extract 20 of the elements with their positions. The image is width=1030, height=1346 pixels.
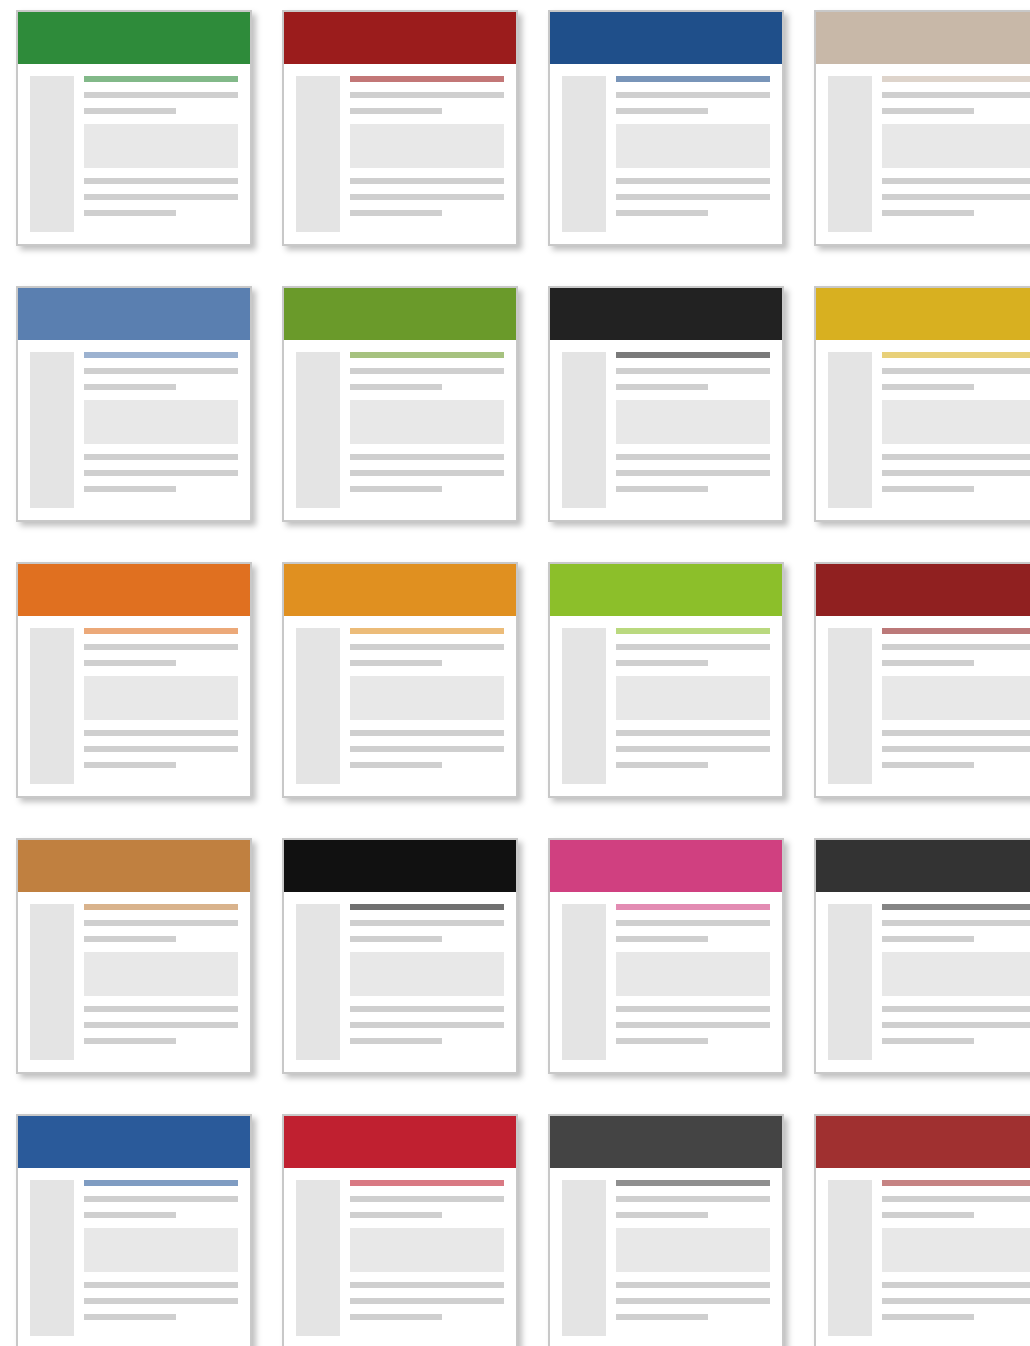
website-thumbnail[interactable] bbox=[16, 838, 252, 1074]
website-thumbnail[interactable] bbox=[282, 10, 518, 246]
website-thumbnail[interactable] bbox=[548, 286, 784, 522]
website-thumbnail[interactable] bbox=[814, 1114, 1030, 1346]
website-thumbnail[interactable] bbox=[282, 286, 518, 522]
website-thumbnail[interactable] bbox=[814, 286, 1030, 522]
website-thumbnail[interactable] bbox=[548, 838, 784, 1074]
website-thumbnail[interactable] bbox=[814, 838, 1030, 1074]
website-thumbnail[interactable] bbox=[814, 10, 1030, 246]
website-thumbnail[interactable] bbox=[16, 286, 252, 522]
website-thumbnail[interactable] bbox=[548, 1114, 784, 1346]
website-thumbnail[interactable] bbox=[282, 1114, 518, 1346]
website-thumbnail[interactable] bbox=[16, 1114, 252, 1346]
website-thumbnail[interactable] bbox=[16, 10, 252, 246]
website-thumbnail[interactable] bbox=[16, 562, 252, 798]
website-thumbnail[interactable] bbox=[282, 838, 518, 1074]
website-thumbnail[interactable] bbox=[814, 562, 1030, 798]
website-thumbnail[interactable] bbox=[282, 562, 518, 798]
website-thumbnail[interactable] bbox=[548, 562, 784, 798]
website-thumbnail[interactable] bbox=[548, 10, 784, 246]
